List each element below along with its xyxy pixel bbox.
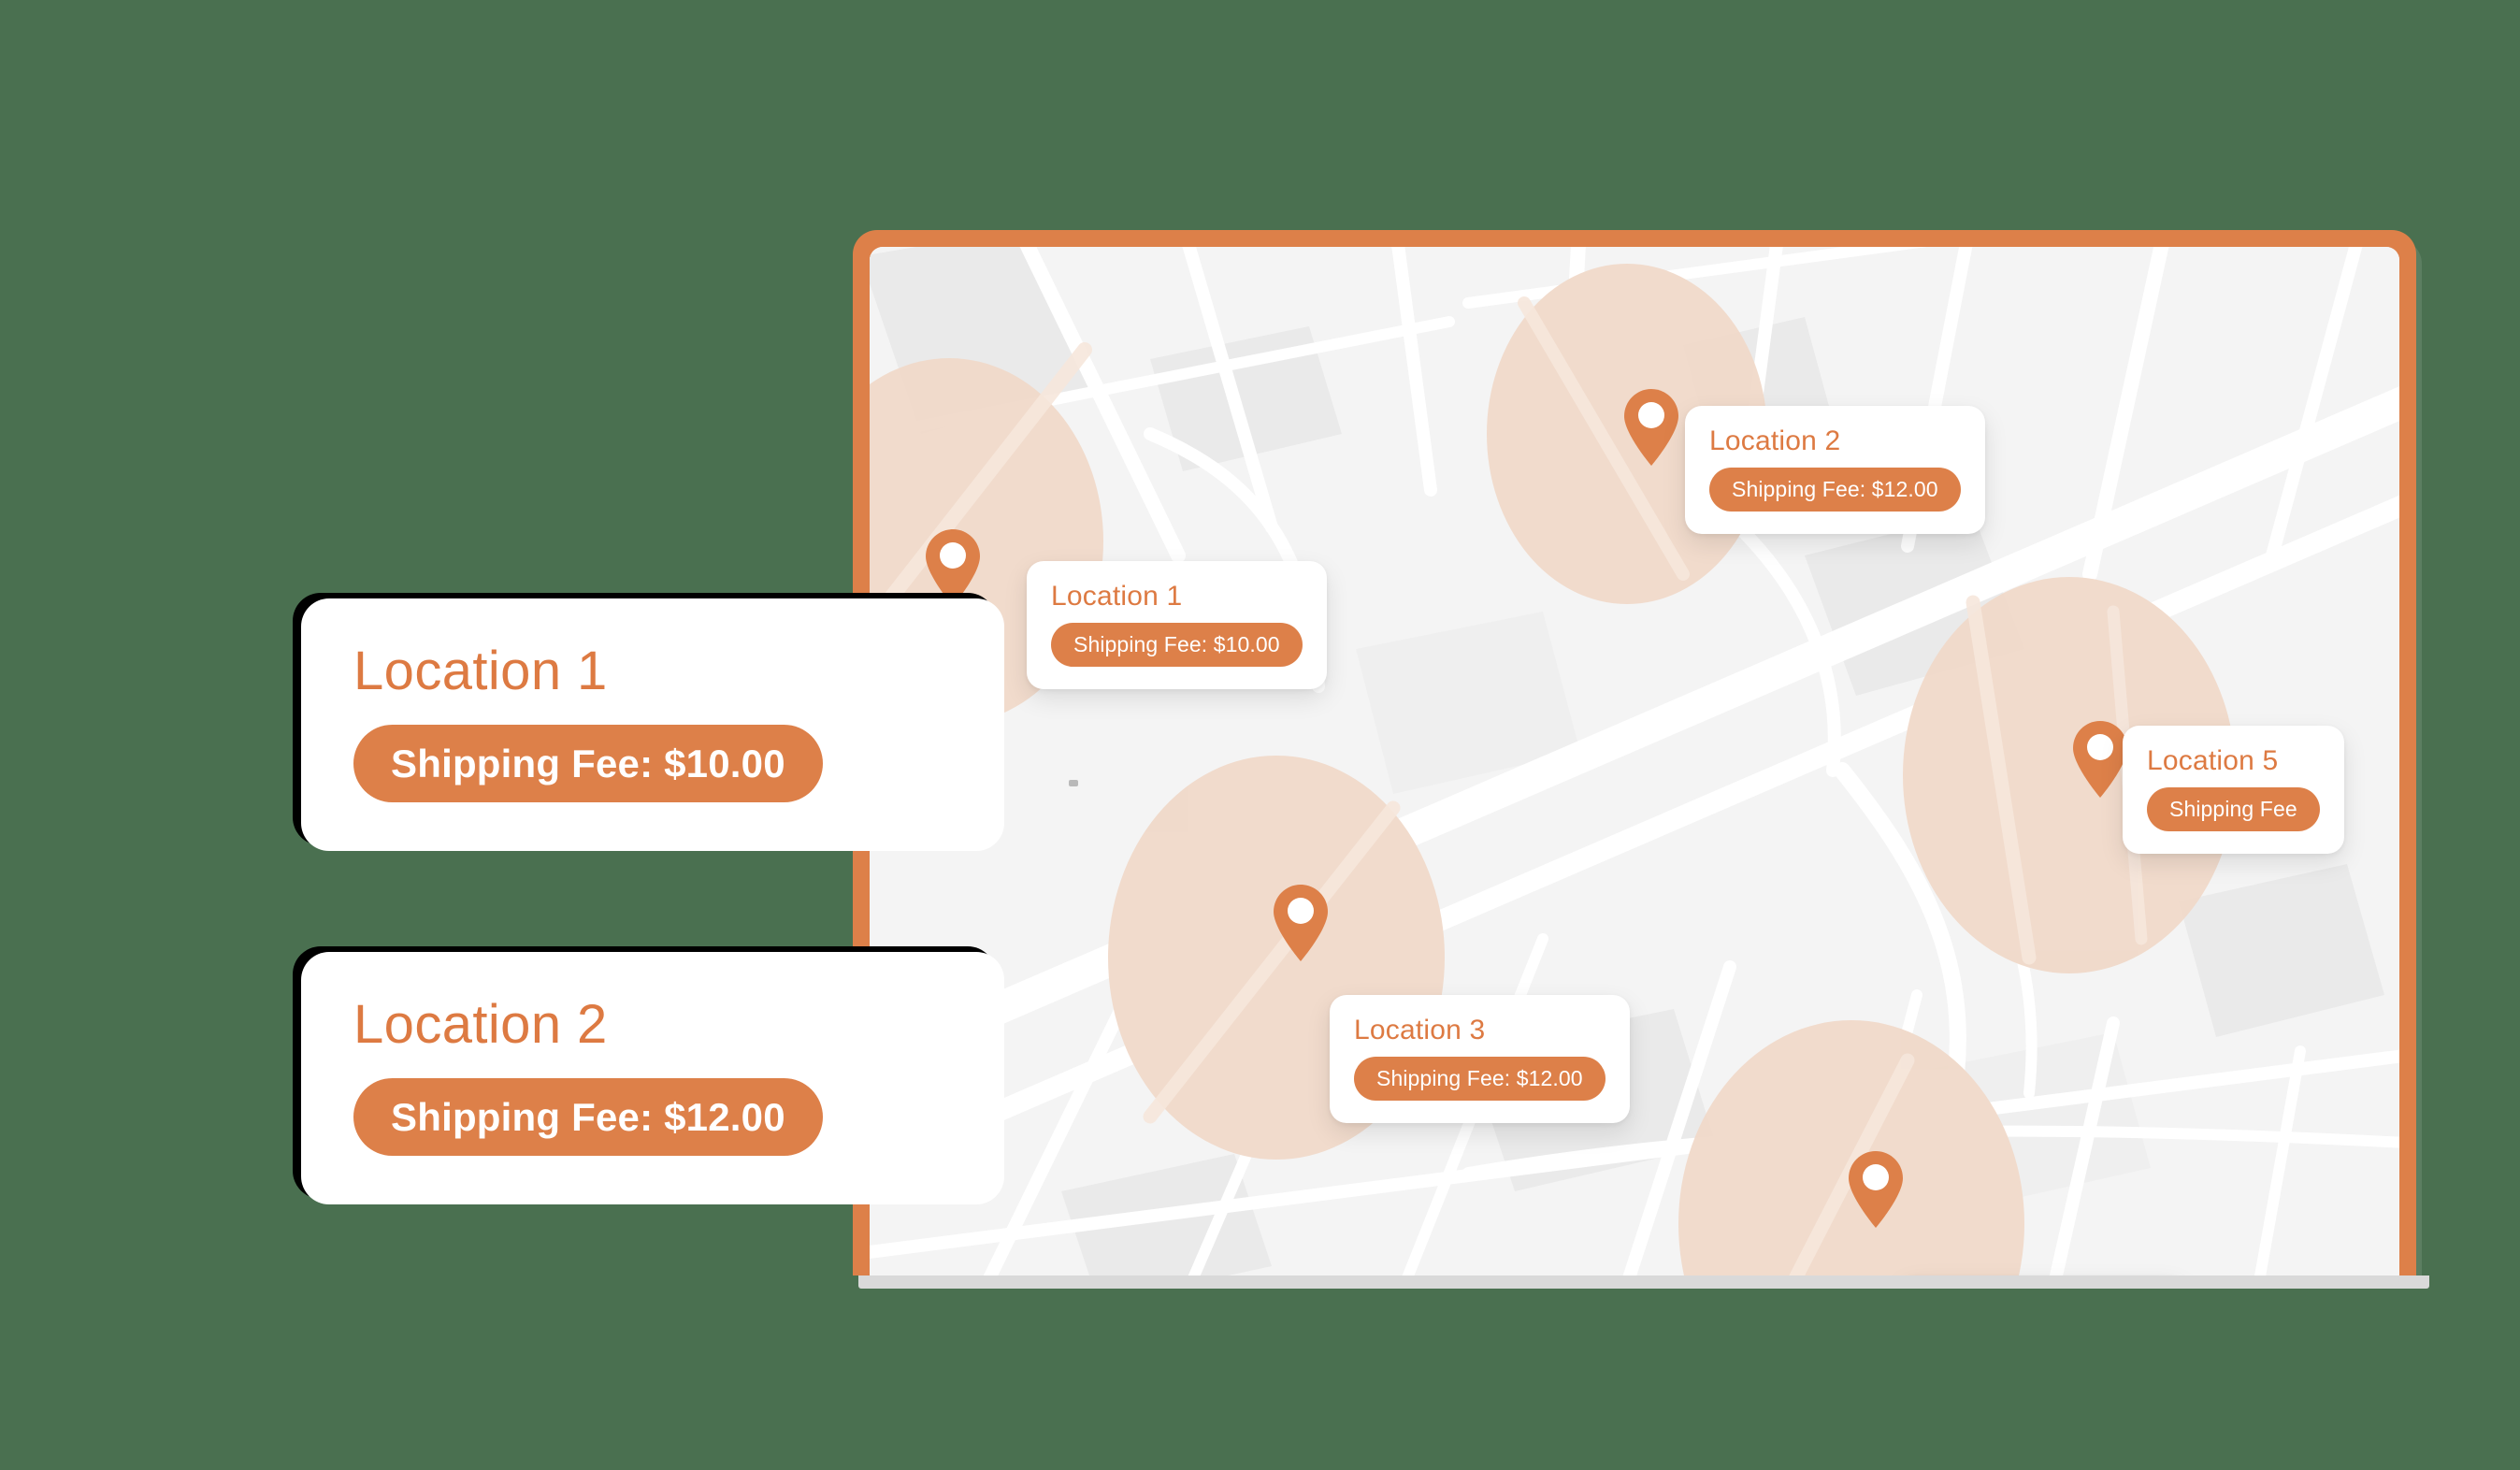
map-tooltip-card-location-5[interactable]: Location 5 Shipping Fee xyxy=(2123,726,2344,854)
map-tooltip-fee-pill: Shipping Fee: $10.00 xyxy=(1051,622,1303,667)
map-pin-icon[interactable] xyxy=(2071,719,2129,800)
map-pin-icon xyxy=(2073,721,2127,798)
map-viewport[interactable]: Location 1 Shipping Fee: $10.00 Location… xyxy=(870,247,2399,1275)
map-pin-icon[interactable] xyxy=(1622,387,1680,468)
feature-card-title: Location 1 xyxy=(353,641,608,701)
map-pin-icon xyxy=(1274,885,1328,961)
feature-card-location-1[interactable]: Location 1 Shipping Fee: $10.00 xyxy=(301,598,1004,851)
map-frame-base-shadow xyxy=(858,1275,2429,1289)
map-tooltip-title: Location 2 xyxy=(1709,425,1841,456)
feature-card-title: Location 2 xyxy=(353,994,608,1055)
map-tooltip-card-location-3[interactable]: Location 3 Shipping Fee: $12.00 xyxy=(1330,995,1630,1123)
map-pin-icon[interactable] xyxy=(1272,883,1330,963)
map-pin-icon xyxy=(926,529,980,606)
map-pin-icon xyxy=(1849,1151,1903,1228)
feature-card-location-2[interactable]: Location 2 Shipping Fee: $12.00 xyxy=(301,952,1004,1204)
map-tooltip-title: Location 5 xyxy=(2147,745,2279,776)
scene: Location 1 Shipping Fee: $10.00 Location… xyxy=(0,0,2520,1470)
map-pin-icon[interactable] xyxy=(924,527,982,608)
map-pin-icon[interactable] xyxy=(1847,1149,1905,1230)
map-frame: Location 1 Shipping Fee: $10.00 Location… xyxy=(853,230,2416,1275)
feature-card-fee-pill: Shipping Fee: $12.00 xyxy=(353,1077,823,1156)
map-tooltip-card-location-2[interactable]: Location 2 Shipping Fee: $12.00 xyxy=(1685,406,1985,534)
map-tooltip-fee-pill: Shipping Fee xyxy=(2147,786,2320,831)
feature-card-fee-pill: Shipping Fee: $10.00 xyxy=(353,724,823,802)
map-tooltip-card-location-1[interactable]: Location 1 Shipping Fee: $10.00 xyxy=(1027,561,1327,689)
map-tooltip-title: Location 1 xyxy=(1051,581,1183,612)
map-pin-icon xyxy=(1624,389,1678,466)
map-tooltip-title: Location 3 xyxy=(1354,1015,1486,1045)
map-tooltip-fee-pill: Shipping Fee: $12.00 xyxy=(1354,1056,1606,1101)
map-tooltip-fee-pill: Shipping Fee: $12.00 xyxy=(1709,467,1961,512)
